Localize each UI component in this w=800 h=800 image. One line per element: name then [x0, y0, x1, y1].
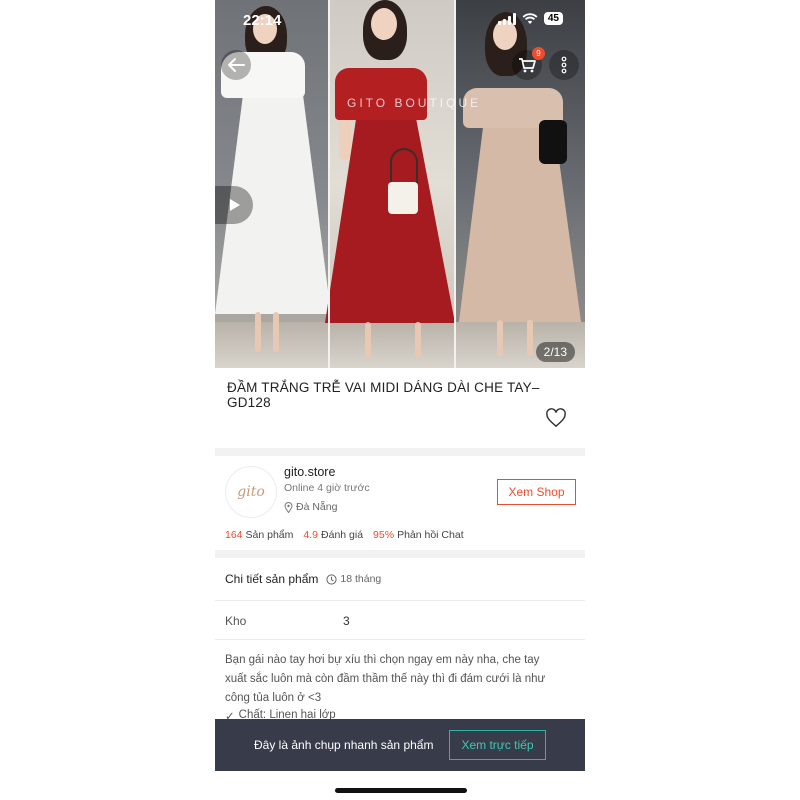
shop-location-text: Đà Nẵng: [296, 501, 338, 513]
battery-level: 45: [543, 12, 563, 25]
product-image-gallery[interactable]: GITO BOUTIQUE 22:14 45 9 2/13: [215, 0, 585, 368]
stock-value: 3: [343, 614, 350, 628]
product-details-header: Chi tiết sản phẩm 18 tháng: [225, 572, 381, 586]
status-icons: 45: [497, 12, 563, 25]
details-age: 18 tháng: [326, 573, 381, 585]
arrow-left-icon: [228, 58, 245, 72]
photo-separator: [328, 0, 330, 368]
play-icon: [230, 199, 240, 211]
details-age-text: 18 tháng: [340, 573, 382, 585]
view-shop-button[interactable]: Xem Shop: [497, 479, 576, 505]
section-divider: [215, 550, 585, 558]
stock-label: Kho: [225, 614, 247, 628]
black-handbag: [539, 120, 567, 164]
stat-label: Đánh giá: [321, 529, 364, 541]
shop-stats: 164 Sản phẩm 4.9 Đánh giá 95% Phản hồi Chat: [225, 529, 464, 541]
model-leg: [273, 312, 279, 352]
shop-location: Đà Nẵng: [284, 501, 337, 513]
view-live-button[interactable]: Xem trực tiếp: [449, 730, 546, 760]
image-counter: 2/13: [535, 342, 575, 362]
red-dress-top: [335, 68, 427, 120]
more-options-button[interactable]: [549, 50, 579, 80]
play-video-button[interactable]: [215, 186, 253, 224]
shop-online-status: Online 4 giờ trước: [284, 482, 370, 494]
model-leg: [415, 322, 421, 358]
model-leg: [497, 320, 503, 356]
divider: [215, 600, 585, 601]
cart-badge: 9: [532, 47, 545, 60]
model-leg: [365, 322, 371, 358]
description-line: Bạn gái nào tay hơi bự xíu thì chọn ngay…: [225, 654, 540, 666]
home-indicator[interactable]: [335, 788, 467, 793]
stat-value: 164: [225, 529, 243, 541]
product-title: ĐẦM TRẮNG TRỄ VAI MIDI DÁNG DÀI CHE TAY–…: [227, 380, 540, 410]
shop-avatar[interactable]: gito: [225, 466, 277, 518]
divider: [215, 639, 585, 640]
cart-button[interactable]: 9: [512, 47, 545, 80]
section-divider: [215, 448, 585, 456]
shop-logo-text: gito: [237, 484, 265, 500]
status-time: 22:14: [243, 12, 282, 29]
stat-value: 95%: [373, 529, 395, 541]
clock-icon: [326, 573, 337, 585]
stat-rating: 4.9 Đánh giá: [303, 529, 363, 541]
back-button[interactable]: [221, 50, 251, 80]
description-line: xuất sắc luôn mà còn đầm thầm thế này th…: [225, 673, 546, 685]
model-leg: [527, 320, 533, 356]
details-heading: Chi tiết sản phẩm: [225, 572, 319, 586]
white-handbag: [388, 182, 418, 214]
stat-label: Sản phẩm: [245, 529, 294, 541]
product-description: Bạn gái nào tay hơi bự xíu thì chọn ngay…: [225, 651, 577, 708]
signal-icon: [497, 12, 516, 25]
model-face: [371, 8, 397, 40]
photo-separator: [454, 0, 456, 368]
cart-icon: [519, 58, 536, 73]
shop-name[interactable]: gito.store: [284, 465, 335, 479]
stat-chat-response: 95% Phản hồi Chat: [373, 529, 464, 541]
more-vertical-icon: [561, 56, 567, 74]
snapshot-bar: Đây là ảnh chụp nhanh sản phẩm Xem trực …: [215, 719, 585, 771]
location-pin-icon: [284, 501, 293, 513]
heart-icon[interactable]: [545, 408, 567, 428]
description-line: công tủa luôn ở <3: [225, 692, 322, 704]
phone-screen: GITO BOUTIQUE 22:14 45 9 2/13 ĐẦM TRẮNG …: [215, 0, 585, 800]
image-watermark: GITO BOUTIQUE: [347, 96, 482, 110]
model-leg: [255, 312, 261, 352]
stat-products: 164 Sản phẩm: [225, 529, 293, 541]
stat-value: 4.9: [303, 529, 319, 541]
wifi-icon: [522, 12, 538, 24]
stat-label: Phản hồi Chat: [397, 529, 464, 541]
snapshot-text: Đây là ảnh chụp nhanh sản phẩm: [254, 738, 434, 752]
